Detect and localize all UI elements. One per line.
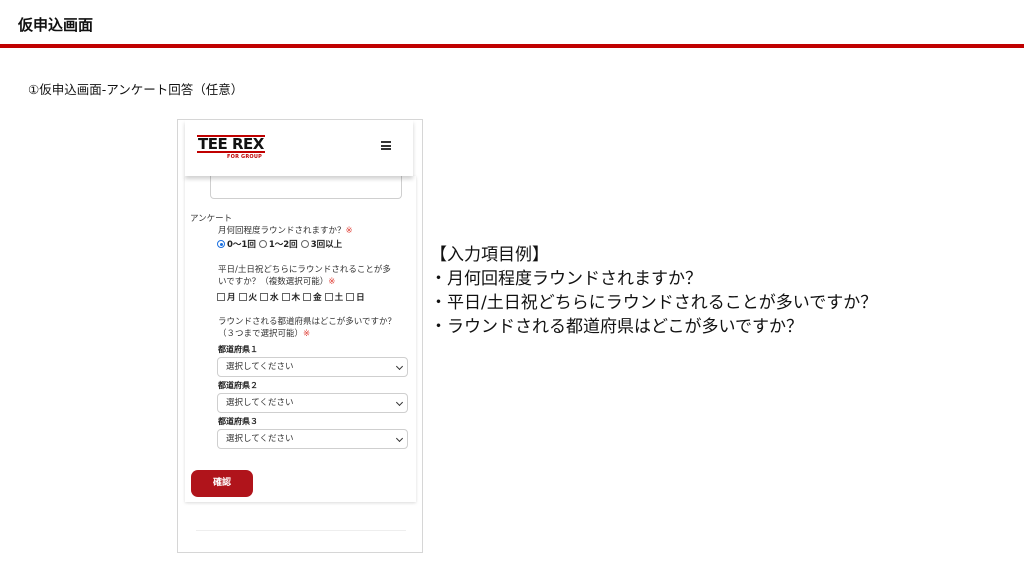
prefecture-2-label: 都道府県２ bbox=[218, 381, 258, 390]
prefecture-2-select[interactable]: 選択してください bbox=[217, 393, 408, 413]
radio-option[interactable]: 3回以上 bbox=[300, 238, 342, 250]
prefecture-1-label: 都道府県１ bbox=[218, 345, 258, 354]
example-item: ・平日/土日祝どちらにラウンドされることが多いですか？ bbox=[430, 293, 878, 313]
required-mark: ※ bbox=[328, 277, 336, 287]
checkbox-option[interactable]: 月 bbox=[217, 291, 236, 303]
radio-selected-icon[interactable] bbox=[217, 240, 225, 248]
checkbox-option[interactable]: 日 bbox=[346, 291, 365, 303]
title-divider bbox=[0, 44, 1024, 48]
slide: 仮申込画面 ①仮申込画面-アンケート回答（任意） TEE REX FOR GRO… bbox=[0, 0, 1024, 576]
input-example-box: 【入力項目例】 ・月何回程度ラウンドされますか？ ・平日/土日祝どちらにラウンド… bbox=[430, 243, 877, 339]
checkbox-icon[interactable] bbox=[324, 293, 333, 301]
question-prefecture: ラウンドされる都道府県はどこが多いですか？ （３つまで選択可能）※ bbox=[218, 317, 396, 339]
previous-textarea[interactable] bbox=[210, 176, 402, 199]
prefecture-1-select[interactable]: 選択してください bbox=[217, 357, 408, 377]
radio-icon[interactable] bbox=[300, 240, 309, 248]
chevron-down-icon bbox=[395, 362, 404, 371]
footer-divider bbox=[196, 530, 406, 531]
required-mark: ※ bbox=[345, 226, 353, 236]
chevron-down-icon bbox=[395, 398, 404, 407]
required-mark: ※ bbox=[303, 329, 311, 339]
checkbox-option[interactable]: 火 bbox=[238, 291, 257, 303]
radio-option[interactable]: 1〜2回 bbox=[258, 238, 298, 250]
rounds-radio-group: 0〜1回 1〜2回 3回以上 bbox=[217, 238, 345, 250]
checkbox-icon[interactable] bbox=[238, 293, 247, 301]
survey-section-label: アンケート bbox=[190, 214, 233, 224]
checkbox-icon[interactable] bbox=[217, 293, 225, 301]
checkbox-option[interactable]: 水 bbox=[260, 291, 279, 303]
checkbox-icon[interactable] bbox=[260, 293, 269, 301]
confirm-button[interactable]: 確認 bbox=[191, 470, 253, 497]
checkbox-icon[interactable] bbox=[281, 293, 290, 301]
question-weekday-weekend: 平日/土日祝どちらにラウンドされることが多 いですか？（複数選択可能）※ bbox=[218, 265, 391, 287]
prefecture-3-label: 都道府県３ bbox=[218, 417, 258, 426]
phone-mockup: TEE REX FOR GROUP アンケート 月何回程度ラウンドされますか？※… bbox=[177, 119, 423, 553]
example-item: ・ラウンドされる都道府県はどこが多いですか？ bbox=[430, 317, 803, 337]
weekday-checkbox-group: 月 火 水 木 金 土 日 bbox=[217, 291, 368, 303]
checkbox-option[interactable]: 土 bbox=[324, 291, 343, 303]
hamburger-icon[interactable] bbox=[381, 141, 391, 150]
logo-wordmark: TEE REX bbox=[197, 135, 265, 153]
logo-tagline: FOR GROUP bbox=[227, 154, 262, 160]
chevron-down-icon bbox=[395, 434, 404, 443]
radio-option[interactable]: 0〜1回 bbox=[217, 238, 256, 250]
checkbox-option[interactable]: 木 bbox=[281, 291, 300, 303]
prefecture-3-select[interactable]: 選択してください bbox=[217, 429, 408, 449]
example-item: ・月何回程度ラウンドされますか？ bbox=[430, 269, 702, 289]
teerex-logo[interactable]: TEE REX FOR GROUP bbox=[197, 135, 269, 161]
radio-icon[interactable] bbox=[258, 240, 267, 248]
slide-subtitle: ①仮申込画面-アンケート回答（任意） bbox=[28, 82, 244, 97]
example-heading: 【入力項目例】 bbox=[430, 245, 549, 265]
checkbox-icon[interactable] bbox=[346, 293, 355, 301]
app-header: TEE REX FOR GROUP bbox=[185, 120, 413, 176]
checkbox-icon[interactable] bbox=[303, 293, 312, 301]
question-rounds-per-month: 月何回程度ラウンドされますか？※ bbox=[218, 226, 353, 236]
checkbox-option[interactable]: 金 bbox=[303, 291, 322, 303]
slide-title: 仮申込画面 bbox=[18, 16, 94, 34]
